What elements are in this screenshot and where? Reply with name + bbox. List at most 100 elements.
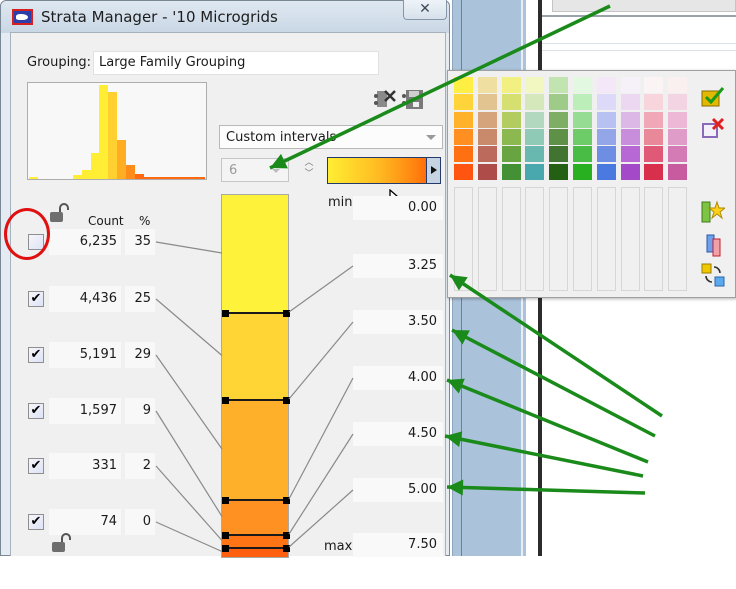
break-handle[interactable]	[222, 397, 229, 404]
cancel-x-icon[interactable]	[701, 117, 725, 141]
compare-icon[interactable]	[701, 233, 725, 257]
break-line[interactable]	[224, 399, 286, 401]
color-swatch[interactable]	[620, 163, 640, 180]
color-swatch[interactable]	[668, 111, 688, 128]
break-value-field[interactable]: 4.50	[353, 422, 443, 446]
break-value-field[interactable]: 4.00	[353, 366, 443, 390]
custom-color-slot[interactable]	[573, 187, 592, 291]
break-value-field[interactable]: 5.00	[353, 478, 443, 502]
color-swatch[interactable]	[644, 163, 664, 180]
color-ramp-picker[interactable]	[327, 157, 441, 184]
color-swatch[interactable]	[644, 77, 664, 93]
color-swatch[interactable]	[596, 94, 616, 111]
color-swatch[interactable]	[549, 77, 569, 93]
color-swatch[interactable]	[644, 128, 664, 145]
color-swatch[interactable]	[644, 94, 664, 111]
custom-color-slot[interactable]	[644, 187, 664, 291]
color-swatch[interactable]	[549, 111, 569, 128]
class-count-field[interactable]: 6	[221, 158, 289, 182]
color-swatch[interactable]	[596, 111, 616, 128]
color-swatch[interactable]	[549, 146, 569, 163]
add-favorite-icon[interactable]	[701, 199, 725, 223]
unlock-icon[interactable]	[49, 203, 69, 223]
color-swatch[interactable]	[525, 128, 545, 145]
color-swatch[interactable]	[573, 163, 592, 180]
break-handle[interactable]	[283, 497, 290, 504]
break-value-field[interactable]: 3.50	[353, 310, 443, 334]
break-line[interactable]	[224, 499, 286, 501]
save-grouping-icon[interactable]	[401, 88, 425, 110]
color-swatch[interactable]	[644, 146, 664, 163]
color-swatch[interactable]	[454, 111, 473, 128]
color-swatch[interactable]	[525, 77, 545, 93]
color-swatch[interactable]	[668, 163, 688, 180]
custom-color-slot[interactable]	[477, 187, 497, 291]
color-swatch[interactable]	[477, 128, 497, 145]
color-swatch[interactable]	[454, 94, 473, 111]
custom-color-slot[interactable]	[454, 187, 473, 291]
custom-color-slot[interactable]	[620, 187, 640, 291]
color-swatch[interactable]	[477, 94, 497, 111]
grouping-field[interactable]: Large Family Grouping	[93, 51, 379, 75]
color-swatch[interactable]	[573, 128, 592, 145]
custom-color-slot[interactable]	[501, 187, 521, 291]
color-swatch[interactable]	[596, 128, 616, 145]
break-handle[interactable]	[222, 497, 229, 504]
color-swatch[interactable]	[644, 111, 664, 128]
class-visible-checkbox[interactable]: ✔	[28, 514, 44, 530]
break-handle[interactable]	[283, 310, 290, 317]
class-visible-checkbox[interactable]: ✔	[28, 347, 44, 363]
break-handle[interactable]	[222, 532, 229, 539]
color-swatch[interactable]	[454, 146, 473, 163]
color-swatch[interactable]	[620, 94, 640, 111]
color-swatch[interactable]	[477, 111, 497, 128]
color-swatch[interactable]	[477, 163, 497, 180]
color-swatch[interactable]	[668, 128, 688, 145]
color-swatch[interactable]	[501, 111, 521, 128]
custom-color-slot[interactable]	[596, 187, 616, 291]
custom-color-slot[interactable]	[668, 187, 688, 291]
color-swatch[interactable]	[620, 77, 640, 93]
break-handle[interactable]	[283, 397, 290, 404]
color-swatch[interactable]	[573, 94, 592, 111]
color-swatch[interactable]	[596, 146, 616, 163]
color-swatch[interactable]	[477, 146, 497, 163]
break-handle[interactable]	[283, 545, 290, 552]
color-swatch[interactable]	[454, 77, 473, 93]
color-swatch[interactable]	[549, 163, 569, 180]
chevron-down-icon[interactable]: ﹀	[301, 169, 317, 180]
class-visible-checkbox[interactable]: ✔	[28, 403, 44, 419]
color-swatch[interactable]	[525, 111, 545, 128]
color-swatch[interactable]	[501, 94, 521, 111]
color-swatch[interactable]	[596, 77, 616, 93]
color-swatch[interactable]	[477, 77, 497, 93]
apply-check-icon[interactable]	[701, 85, 725, 109]
expand-palette-button[interactable]	[426, 158, 440, 183]
color-swatch[interactable]	[454, 128, 473, 145]
break-value-field[interactable]: 0.00	[353, 196, 443, 220]
color-swatch[interactable]	[668, 77, 688, 93]
custom-color-slot[interactable]	[525, 187, 545, 291]
color-swatch[interactable]	[573, 111, 592, 128]
color-swatch[interactable]	[596, 163, 616, 180]
chevron-up-icon[interactable]: ︿	[301, 158, 317, 169]
color-swatch[interactable]	[525, 146, 545, 163]
break-handle[interactable]	[283, 532, 290, 539]
color-swatch[interactable]	[620, 111, 640, 128]
color-swatch[interactable]	[501, 146, 521, 163]
color-swatch[interactable]	[620, 146, 640, 163]
color-swatch[interactable]	[501, 77, 521, 93]
color-swatch[interactable]	[549, 128, 569, 145]
break-line[interactable]	[224, 547, 286, 549]
delete-grouping-icon[interactable]	[373, 88, 397, 110]
color-swatch[interactable]	[525, 94, 545, 111]
close-button[interactable]: ✕	[403, 0, 447, 20]
color-swatch[interactable]	[573, 146, 592, 163]
classification-method-select[interactable]: Custom intervals	[219, 125, 443, 149]
color-swatch[interactable]	[573, 77, 592, 93]
color-swatch[interactable]	[454, 163, 473, 180]
break-line[interactable]	[224, 312, 286, 314]
break-value-field[interactable]: 3.25	[353, 254, 443, 278]
swap-colors-icon[interactable]	[701, 263, 725, 287]
color-swatch[interactable]	[501, 128, 521, 145]
